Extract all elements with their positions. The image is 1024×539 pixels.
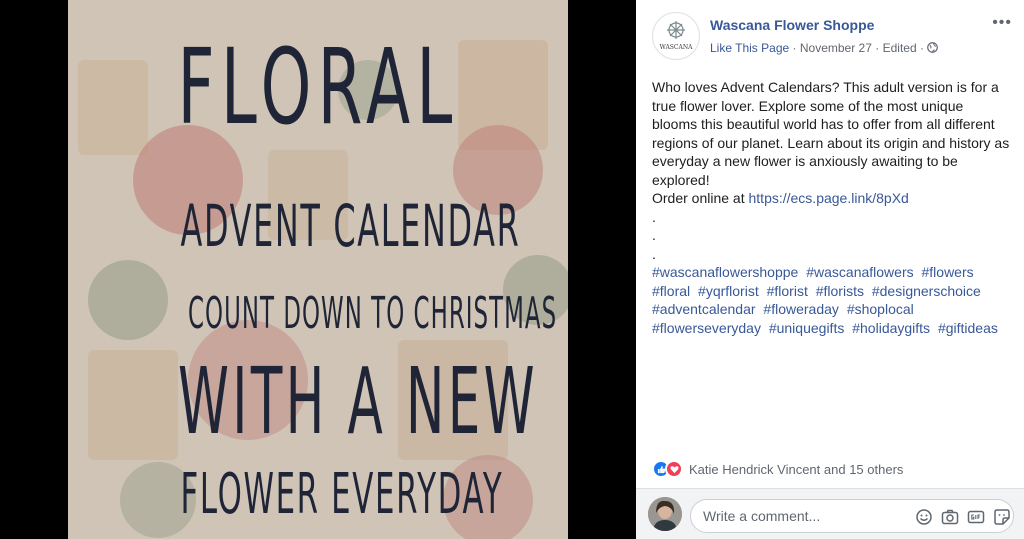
hashtag-link[interactable]: #floral — [652, 283, 690, 299]
dot-line: . — [652, 227, 656, 243]
hashtag-link[interactable]: #florists — [816, 283, 864, 299]
reaction-names[interactable]: Katie Hendrick Vincent and 15 others — [689, 462, 903, 477]
user-photo — [648, 497, 682, 531]
globe-icon[interactable] — [927, 42, 939, 53]
hashtag-link[interactable]: #flowerseveryday — [652, 320, 761, 336]
logo-text: WASCANA — [660, 44, 693, 51]
post-header: WASCANA Wascana Flower Shoppe Like This … — [652, 12, 1012, 62]
hashtag-link[interactable]: #florist — [767, 283, 808, 299]
hashtag-link[interactable]: #designerschoice — [872, 283, 981, 299]
poster-line-with-a-new: WITH A NEW — [178, 348, 538, 455]
post-meta: Like This Page · November 27 · Edited · — [710, 41, 939, 55]
hashtag-list: #wascanaflowershoppe #wascanaflowers #fl… — [652, 263, 1012, 337]
user-avatar[interactable] — [648, 497, 682, 531]
hashtag-link[interactable]: #shoplocal — [847, 301, 914, 317]
post-text: Who loves Advent Calendars? This adult v… — [652, 78, 1012, 337]
sticker-icon[interactable] — [993, 508, 1011, 526]
edited-label[interactable]: Edited — [883, 41, 917, 55]
hashtag-link[interactable]: #wascanaflowershoppe — [652, 264, 798, 280]
post-panel: WASCANA Wascana Flower Shoppe Like This … — [636, 0, 1024, 539]
hashtag-link[interactable]: #giftideas — [938, 320, 998, 336]
like-page-link[interactable]: Like This Page — [710, 41, 789, 55]
post-photo[interactable]: FLORAL ADVENT CALENDAR COUNT DOWN TO CHR… — [68, 0, 568, 539]
hashtag-link[interactable]: #yqrflorist — [698, 283, 759, 299]
poster-line-advent-calendar: ADVENT CALENDAR — [180, 192, 521, 260]
camera-icon[interactable] — [941, 508, 959, 526]
hashtag-link[interactable]: #flowers — [922, 264, 974, 280]
dot-line: . — [652, 245, 656, 262]
poster-line-floral: FLORAL — [177, 26, 459, 148]
comment-placeholder: Write a comment... — [703, 508, 821, 524]
page-name-link[interactable]: Wascana Flower Shoppe — [710, 17, 874, 33]
more-options-button[interactable]: ••• — [992, 14, 1012, 32]
page-avatar[interactable]: WASCANA — [652, 12, 700, 60]
post-body-text: Who loves Advent Calendars? This adult v… — [652, 79, 1010, 188]
meta-separator: · — [792, 41, 800, 55]
post-date[interactable]: November 27 — [800, 41, 872, 55]
hashtag-link[interactable]: #floweraday — [763, 301, 839, 317]
reaction-summary[interactable]: Katie Hendrick Vincent and 15 others — [652, 459, 903, 479]
hashtag-link[interactable]: #adventcalendar — [652, 301, 756, 317]
meta-separator: · — [875, 41, 883, 55]
poster-line-countdown: COUNT DOWN TO CHRISTMAS — [188, 288, 558, 339]
hashtag-link[interactable]: #holidaygifts — [852, 320, 930, 336]
photo-viewer: FLORAL ADVENT CALENDAR COUNT DOWN TO CHR… — [0, 0, 636, 539]
poster-line-flower-everyday: FLOWER EVERYDAY — [180, 462, 504, 527]
order-link[interactable]: https://ecs.page.link/8pXd — [749, 190, 909, 206]
order-label: Order online at — [652, 190, 745, 206]
emoji-icon[interactable] — [915, 508, 933, 526]
comment-composer: Write a comment... — [636, 488, 1024, 539]
meta-separator: · — [919, 41, 928, 55]
gif-icon[interactable] — [967, 508, 985, 526]
comment-input[interactable]: Write a comment... — [690, 499, 1014, 533]
dot-line: . — [652, 208, 656, 225]
love-icon — [665, 460, 683, 478]
logo-image: WASCANA — [660, 21, 693, 51]
hashtag-link[interactable]: #wascanaflowers — [806, 264, 913, 280]
hashtag-link[interactable]: #uniquegifts — [769, 320, 845, 336]
